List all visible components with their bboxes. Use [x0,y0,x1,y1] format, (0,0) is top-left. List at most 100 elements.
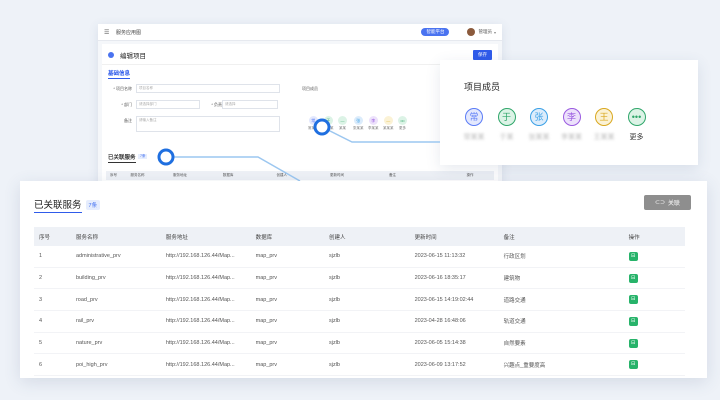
column-header: 序号 [34,227,71,246]
member-avatar: 李 [368,116,378,125]
database-cell: map_prv [250,267,324,290]
bg-member-item[interactable]: 李李某某 [368,116,379,131]
table-row[interactable]: 3 road_prv http://192.168.126.44/Map... map… [34,288,685,312]
table-row[interactable]: 4 rail_prv http://192.168.126.44/Map... map… [34,310,685,333]
member-avatar: 常 [465,108,483,126]
editor-card: 编辑项目 保存 基础信息 * 项目名称 项目名称 * 部门 请选择部门 * 负责… [102,44,498,194]
bg-member-item[interactable]: 张张某某 [353,116,364,131]
row-index-cell: 1 [34,246,71,268]
project-name-input[interactable]: 项目名称 [136,84,280,93]
service-url-cell: http://192.168.126.44/Map... [160,310,251,333]
desc-textarea[interactable]: 请输入备注 [136,116,280,132]
table-row[interactable]: 5 nature_prv http://192.168.126.44/Map... m… [34,332,685,355]
updated-time-cell: 2023-06-05 15:14:38 [409,332,499,355]
unlink-icon[interactable]: ⊟ [628,338,638,348]
remark-cell: 自然要素 [498,332,624,355]
member-item[interactable]: 王王某某 [587,108,621,142]
member-name: 张某某 [528,134,550,141]
creator-cell: sjzlb [323,353,410,377]
bg-member-item[interactable]: — 某某 [338,116,347,131]
menu-icon[interactable]: ☰ [104,29,110,36]
database-cell: map_prv [250,310,324,333]
member-name: 王某某 [593,134,615,141]
member-name: 更多 [399,126,406,130]
column-header: 操作 [623,227,685,246]
services-card: 已关联服务 7条 ⊂⊃ 关联 序号 服务名称 服务地址 数据库 创建人 更新时间 备注 操作 … [20,181,707,378]
system-button[interactable]: 智能平台 [421,28,450,36]
desc-label: 备注 [124,118,132,123]
unlink-icon[interactable]: ⊟ [628,316,638,326]
user-name[interactable]: 管理员 [478,29,492,35]
member-name: 某某某 [383,126,394,130]
service-url-cell: http://192.168.126.44/Map... [160,246,251,268]
member-avatar: 张 [353,116,363,125]
database-cell: map_prv [250,246,324,268]
bg-member-item[interactable]: ••• 更多 [398,116,407,131]
member-item[interactable]: 于于某 [490,108,524,142]
table-row[interactable]: 1 administrative_prv http://192.168.126.44… [34,246,685,268]
members-popup-title: 项目成员 [464,82,501,92]
remark-cell: 行政区划 [498,246,624,268]
member-avatar: — [383,116,393,125]
action-cell: ⊟ [623,310,685,333]
creator-cell: sjzlb [323,310,410,333]
database-cell: map_prv [250,332,324,355]
column-header: 创建人 [323,227,410,246]
bg-member-item[interactable]: 常常某某 [308,116,319,131]
service-url-cell: http://192.168.126.44/Map... [160,267,251,290]
owner-select[interactable]: 请选择 [222,100,278,109]
column-header: 服务地址 [160,227,251,246]
service-name-cell: administrative_prv [70,246,161,268]
members-popup: 项目成员 常常某某于于某张张某某李李某某王王某某 ••• 更多 [440,60,698,165]
member-name: 于某某 [323,126,334,130]
service-url-cell: http://192.168.126.44/Map... [160,353,251,377]
service-url-cell: http://192.168.126.44/Map... [160,288,251,312]
table-header-row: 序号 服务名称 服务地址 数据库 创建人 更新时间 备注 操作 [34,227,685,246]
creator-cell: sjzlb [323,267,410,290]
dept-select[interactable]: 请选择部门 [136,100,200,109]
member-avatar: 王 [595,108,613,126]
member-item[interactable]: ••• 更多 [620,108,654,142]
member-item[interactable]: 张张某某 [522,108,556,142]
member-name: 李某某 [368,126,379,130]
member-avatar: ••• [398,116,407,125]
bg-member-item[interactable]: 于于某某 [323,116,334,131]
action-cell: ⊟ [623,246,685,268]
member-avatar: 常 [308,116,318,125]
remark-cell: 兴趣点_重要度高 [498,353,624,377]
member-avatar: — [338,116,347,125]
avatar[interactable] [467,28,476,36]
action-cell: ⊟ [623,332,685,355]
member-item[interactable]: 常常某某 [457,108,491,142]
service-name-cell: road_prv [70,288,161,312]
service-name-cell: poi_high_prv [70,353,161,377]
unlink-icon[interactable]: ⊟ [628,251,638,261]
bg-column-header: 数据库 [222,173,234,177]
linked-count-badge: 7条 [138,154,148,159]
link-service-button[interactable]: ⊂⊃ 关联 [644,195,691,210]
save-button[interactable]: 保存 [473,50,492,60]
row-index-cell: 3 [34,288,71,312]
service-name-cell: building_prv [70,267,161,290]
unlink-icon[interactable]: ⊟ [628,360,638,370]
remark-cell: 道路交通 [498,288,624,312]
member-name: 某某 [339,126,346,130]
remark-cell: 建筑物 [498,267,624,290]
table-row[interactable]: 6 poi_high_prv http://192.168.126.44/Map..… [34,353,685,377]
unlink-icon[interactable]: ⊟ [628,295,638,305]
bg-member-item[interactable]: — 某某某 [383,116,394,131]
bg-column-header: 更新时间 [330,173,345,177]
row-index-cell: 5 [34,332,71,355]
member-name: 更多 [629,134,644,141]
unlink-icon[interactable]: ⊟ [628,273,638,283]
member-avatar: 李 [562,108,581,126]
table-row[interactable]: 2 building_prv http://192.168.126.44/Map..… [34,267,685,290]
bg-column-header: 服务名称 [130,173,145,177]
app-title: 服务应用图 [116,29,142,36]
member-item[interactable]: 李李某某 [555,108,589,142]
service-url-cell: http://192.168.126.44/Map... [160,332,251,355]
member-name: 李某某 [561,134,582,141]
basic-info-heading: 基础信息 [108,71,131,79]
creator-cell: sjzlb [323,246,410,268]
chevron-down-icon[interactable]: ▾ [494,30,496,35]
